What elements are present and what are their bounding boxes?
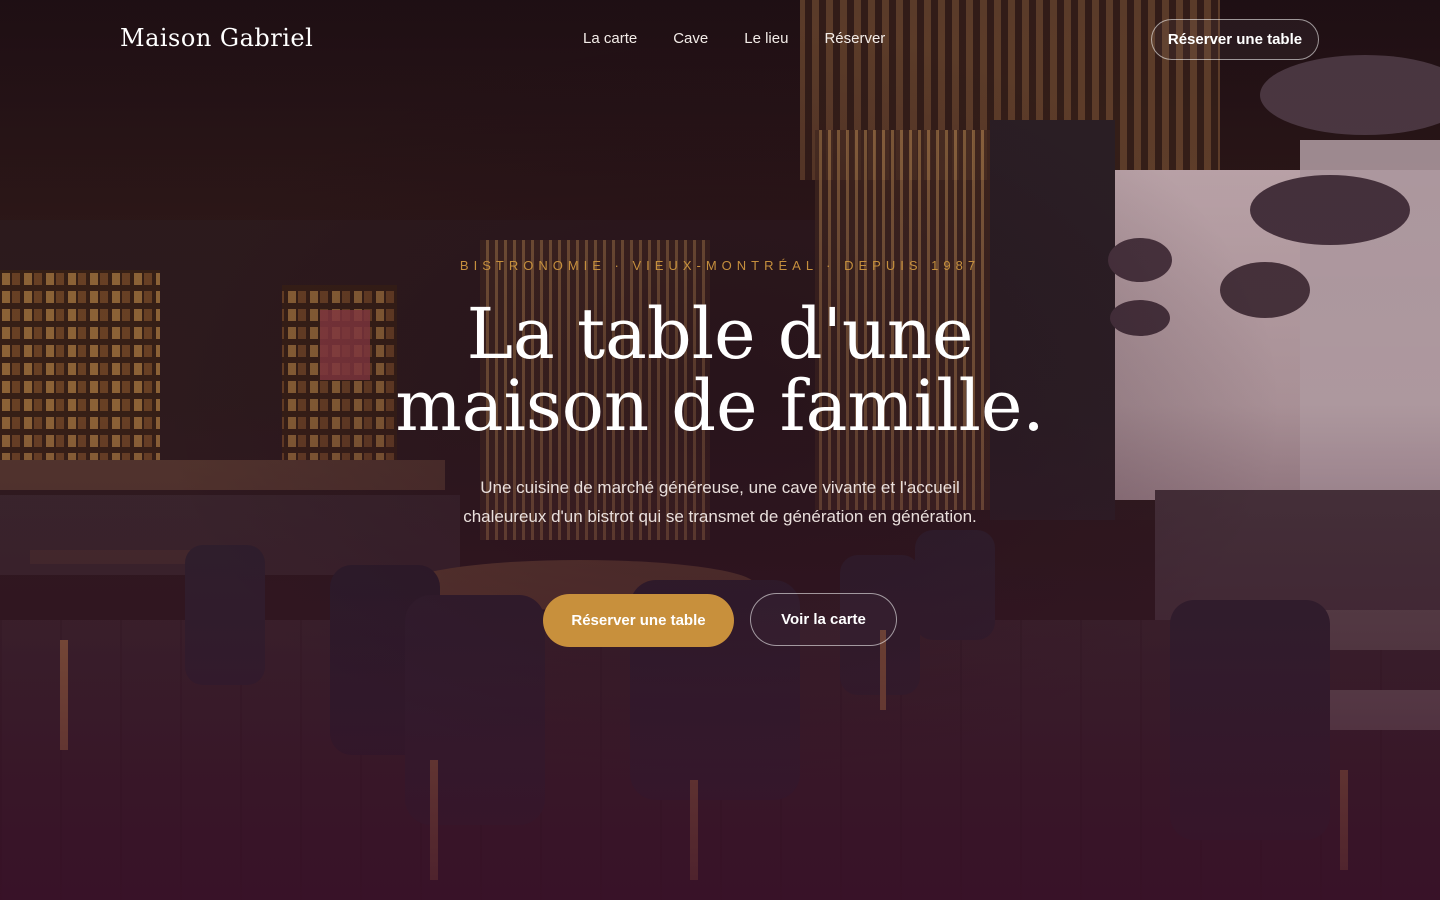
hero-headline-line-1: La table d'une [466, 293, 974, 375]
nav-link-la-carte[interactable]: La carte [583, 30, 637, 47]
nav-reserve-button[interactable]: Réserver une table [1151, 19, 1319, 60]
hero-eyebrow: BISTRONOMIE · VIEUX-MONTRÉAL · DEPUIS 19… [459, 258, 981, 273]
nav-link-reserver[interactable]: Réserver [824, 30, 885, 47]
reserve-table-button[interactable]: Réserver une table [543, 594, 734, 647]
nav-links: La carte Cave Le lieu Réserver [583, 30, 921, 47]
nav-link-cave[interactable]: Cave [673, 30, 708, 47]
hero-overlay [0, 0, 1440, 900]
hero-headline: La table d'une maison de famille. [0, 298, 1440, 442]
hero-subtitle: Une cuisine de marché généreuse, une cav… [463, 478, 977, 526]
hero-section [0, 0, 1440, 900]
nav-link-le-lieu[interactable]: Le lieu [744, 30, 788, 47]
view-menu-button[interactable]: Voir la carte [750, 593, 897, 646]
top-nav: Maison Gabriel La carte Cave Le lieu Rés… [0, 0, 1440, 80]
hero-headline-line-2: maison de famille. [395, 365, 1045, 447]
brand-logo[interactable]: Maison Gabriel [120, 24, 313, 52]
